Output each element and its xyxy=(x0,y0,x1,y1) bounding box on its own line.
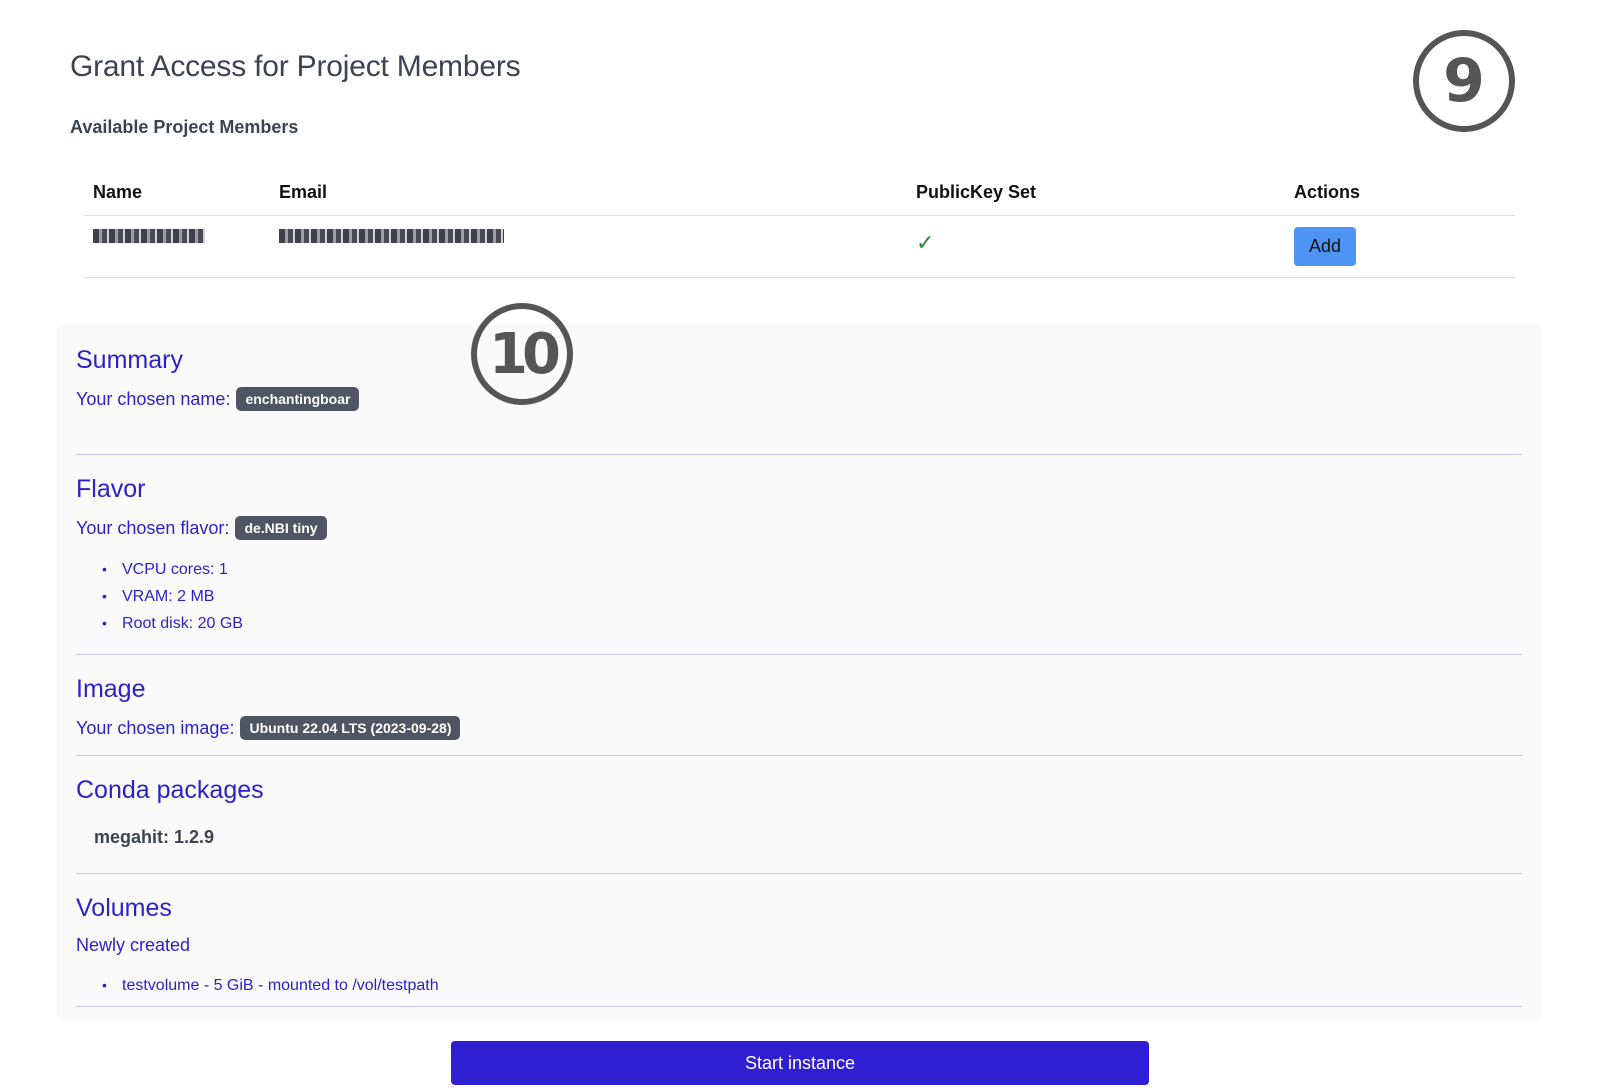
redacted-email xyxy=(279,229,504,244)
list-item: VRAM: 2 MB xyxy=(102,583,1522,610)
chosen-flavor-badge: de.NBI tiny xyxy=(235,516,327,540)
summary-panel: Summary Your chosen name: enchantingboar… xyxy=(57,324,1542,1021)
publickey-cell: ✓ xyxy=(907,215,1285,278)
check-icon: ✓ xyxy=(916,230,935,255)
flavor-section: Flavor Your chosen flavor: de.NBI tiny V… xyxy=(76,455,1522,655)
chosen-name-label: Your chosen name: xyxy=(76,388,231,409)
volumes-title: Volumes xyxy=(76,894,172,922)
start-instance-button[interactable]: Start instance xyxy=(451,1041,1149,1085)
volumes-subheading: Newly created xyxy=(76,935,191,955)
chosen-flavor-label: Your chosen flavor: xyxy=(76,517,230,538)
chosen-name-line: Your chosen name: enchantingboar xyxy=(76,387,1522,411)
redacted-name xyxy=(93,229,205,244)
list-item: testvolume - 5 GiB - mounted to /vol/tes… xyxy=(102,972,1522,999)
chosen-image-line: Your chosen image: Ubuntu 22.04 LTS (202… xyxy=(76,716,1522,740)
image-section: Image Your chosen image: Ubuntu 22.04 LT… xyxy=(76,655,1522,756)
column-header-name: Name xyxy=(84,170,270,216)
summary-section: Summary Your chosen name: enchantingboar xyxy=(76,346,1522,455)
summary-title: Summary xyxy=(76,346,183,374)
flavor-title: Flavor xyxy=(76,475,146,503)
step-marker-10: 10 xyxy=(471,303,573,405)
table-row: ✓ Add xyxy=(84,215,1515,278)
conda-section: Conda packages megahit: 1.2.9 xyxy=(76,756,1522,874)
member-name-cell xyxy=(84,215,270,278)
add-member-button[interactable]: Add xyxy=(1294,227,1357,266)
page-title: Grant Access for Project Members xyxy=(70,50,521,83)
chosen-image-label: Your chosen image: xyxy=(76,717,235,738)
flavor-spec-list: VCPU cores: 1 VRAM: 2 MB Root disk: 20 G… xyxy=(76,556,1522,637)
chosen-flavor-line: Your chosen flavor: de.NBI tiny xyxy=(76,516,1522,540)
volume-list: testvolume - 5 GiB - mounted to /vol/tes… xyxy=(76,972,1522,999)
step-marker-9: 9 xyxy=(1413,30,1515,132)
column-header-email: Email xyxy=(270,170,907,216)
column-header-actions: Actions xyxy=(1285,170,1515,216)
members-table: Name Email PublicKey Set Actions ✓ Add xyxy=(84,170,1515,278)
chosen-image-badge: Ubuntu 22.04 LTS (2023-09-28) xyxy=(240,716,461,740)
list-item: VCPU cores: 1 xyxy=(102,556,1522,583)
column-header-publickey: PublicKey Set xyxy=(907,170,1285,216)
chosen-name-badge: enchantingboar xyxy=(236,387,360,411)
member-email-cell xyxy=(270,215,907,278)
actions-cell: Add xyxy=(1285,215,1515,278)
section-subtitle: Available Project Members xyxy=(70,117,299,137)
table-header-row: Name Email PublicKey Set Actions xyxy=(84,170,1515,216)
conda-package-item: megahit: 1.2.9 xyxy=(94,827,215,847)
conda-title: Conda packages xyxy=(76,776,264,804)
image-title: Image xyxy=(76,675,146,703)
volumes-section: Volumes Newly created testvolume - 5 GiB… xyxy=(76,874,1522,1007)
list-item: Root disk: 20 GB xyxy=(102,610,1522,637)
